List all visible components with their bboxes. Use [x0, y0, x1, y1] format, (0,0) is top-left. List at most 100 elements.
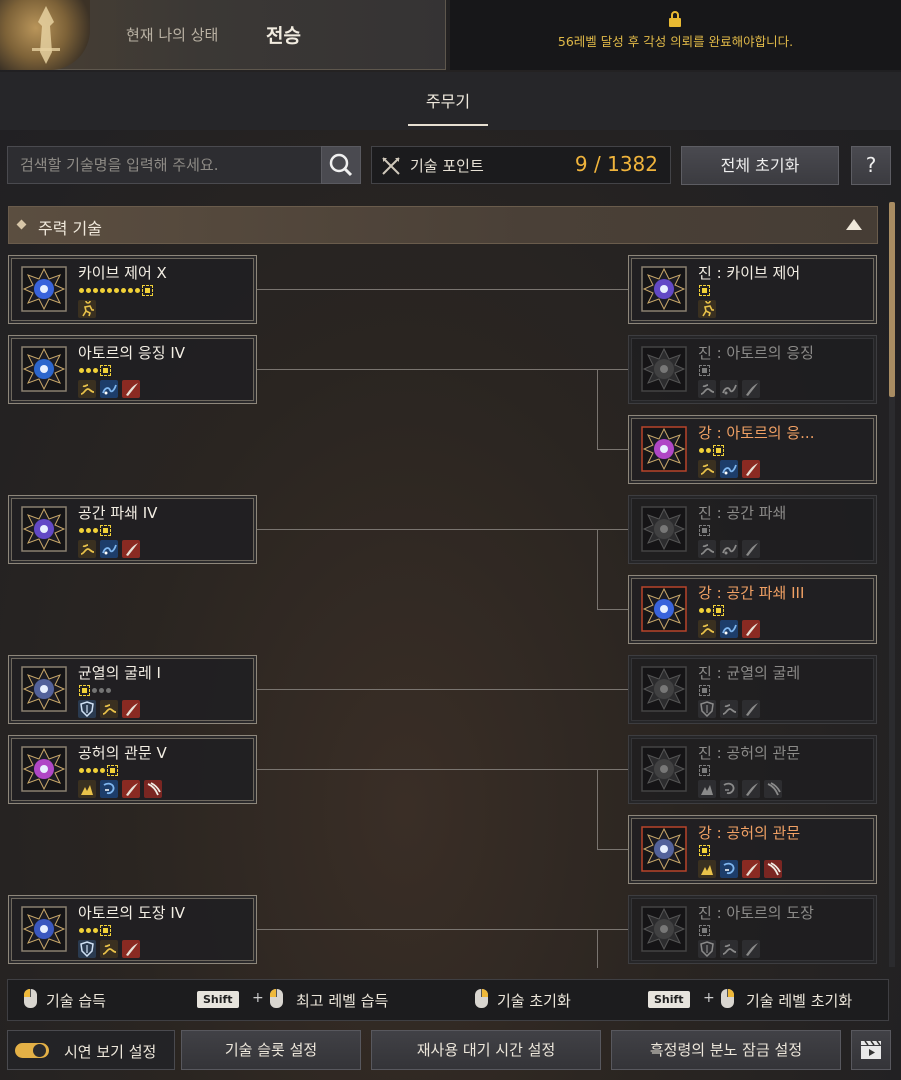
- skill-tags: [698, 380, 760, 398]
- claw-tag-icon: [144, 780, 162, 798]
- slash-tag-icon: [122, 780, 140, 798]
- skill-card[interactable]: 진 : 아토르의 도장: [628, 895, 877, 964]
- skill-icon: [641, 826, 687, 872]
- skill-tags: [78, 300, 96, 318]
- skill-card[interactable]: 진 : 카이브 제어: [628, 255, 877, 324]
- level-dot: [86, 368, 91, 373]
- skill-window: { "header": { "status_label": "현재 나의 상태"…: [0, 0, 901, 1080]
- skill-card[interactable]: 공간 파쇄 IV: [8, 495, 257, 564]
- skill-card[interactable]: 카이브 제어 X: [8, 255, 257, 324]
- level-dot: [93, 368, 98, 373]
- skill-card[interactable]: 아토르의 도장 IV: [8, 895, 257, 964]
- search-button[interactable]: [321, 146, 361, 184]
- kick-tag-icon: [698, 460, 716, 478]
- tab-main-weapon[interactable]: 주무기: [408, 88, 488, 112]
- skill-tags: [78, 940, 140, 958]
- claw-tag-icon: [764, 780, 782, 798]
- skill-slot-setting-button[interactable]: 기술 슬롯 설정: [181, 1030, 361, 1070]
- slash-tag-icon: [122, 540, 140, 558]
- search-box: [7, 146, 321, 184]
- skill-icon: [641, 906, 687, 952]
- skill-name: 공허의 관문 V: [78, 744, 167, 762]
- level-marker: [699, 285, 710, 296]
- level-dot: [699, 448, 704, 453]
- skill-card[interactable]: 강 : 아토르의 응...: [628, 415, 877, 484]
- level-dot: [699, 608, 704, 613]
- tree-connector: [597, 849, 628, 850]
- run-tag-icon: [698, 300, 716, 318]
- skill-level-dots: [699, 285, 710, 296]
- skill-level-dots: [699, 925, 710, 936]
- skill-tags: [698, 780, 782, 798]
- slash-tag-icon: [742, 460, 760, 478]
- level-dot: [706, 608, 711, 613]
- level-dot: [93, 288, 98, 293]
- legend-reset-skill: 기술 초기화: [497, 992, 571, 1010]
- skill-icon: [21, 506, 67, 552]
- search-icon: [329, 153, 353, 177]
- skill-level-dots: [79, 525, 111, 536]
- skill-icon: [641, 426, 687, 472]
- level-dot: [79, 928, 84, 933]
- skill-card[interactable]: 아토르의 응징 IV: [8, 335, 257, 404]
- skill-name: 강 : 공간 파쇄 III: [698, 584, 805, 602]
- kick-tag-icon: [100, 700, 118, 718]
- level-marker: [699, 685, 710, 696]
- skill-card[interactable]: 공허의 관문 V: [8, 735, 257, 804]
- skill-card[interactable]: 진 : 아토르의 응징: [628, 335, 877, 404]
- help-button[interactable]: ?: [851, 146, 891, 185]
- cooldown-setting-button[interactable]: 재사용 대기 시간 설정: [371, 1030, 601, 1070]
- skill-card[interactable]: 강 : 공허의 관문: [628, 815, 877, 884]
- category-header[interactable]: [8, 206, 878, 244]
- tree-connector: [257, 289, 628, 290]
- level-dot-empty: [106, 688, 111, 693]
- tree-connector: [597, 609, 628, 610]
- wave-tag-icon: [720, 620, 738, 638]
- level-marker: [100, 925, 111, 936]
- skill-tags: [698, 940, 760, 958]
- wave-tag-icon: [100, 540, 118, 558]
- shield-tag-icon: [698, 940, 716, 958]
- slash-tag-icon: [742, 860, 760, 878]
- plus-sign: +: [252, 990, 264, 1006]
- wave-tag-icon: [720, 380, 738, 398]
- skill-tags: [698, 300, 716, 318]
- level-marker: [699, 365, 710, 376]
- slash-tag-icon: [742, 380, 760, 398]
- skill-icon: [641, 346, 687, 392]
- mouse-left-click-icon: [24, 989, 37, 1008]
- level-marker: [100, 365, 111, 376]
- level-dot: [79, 528, 84, 533]
- level-dot: [79, 288, 84, 293]
- skill-card[interactable]: 균열의 굴레 I: [8, 655, 257, 724]
- reset-all-button[interactable]: 전체 초기화: [681, 146, 839, 185]
- skill-name: 진 : 공간 파쇄: [698, 504, 787, 522]
- level-dot: [79, 368, 84, 373]
- search-input[interactable]: [8, 147, 321, 183]
- collapse-arrow-icon[interactable]: [846, 219, 862, 230]
- skill-card[interactable]: 진 : 공간 파쇄: [628, 495, 877, 564]
- level-marker: [713, 605, 724, 616]
- slash-tag-icon: [122, 380, 140, 398]
- black-spirit-lock-button[interactable]: 흑정령의 분노 잠금 설정: [611, 1030, 841, 1070]
- shield-tag-icon: [698, 700, 716, 718]
- kick-tag-icon: [698, 380, 716, 398]
- skill-icon: [21, 906, 67, 952]
- level-dot: [706, 448, 711, 453]
- kick-tag-icon: [78, 380, 96, 398]
- level-marker: [79, 685, 90, 696]
- skill-card[interactable]: 진 : 공허의 관문: [628, 735, 877, 804]
- slash-tag-icon: [742, 540, 760, 558]
- skill-level-dots: [699, 685, 710, 696]
- skill-tags: [78, 540, 140, 558]
- skill-name: 진 : 공허의 관문: [698, 744, 801, 762]
- video-button[interactable]: [851, 1030, 891, 1070]
- mouse-right-click-icon: [475, 989, 488, 1008]
- skill-level-dots: [79, 765, 118, 776]
- skill-name: 균열의 굴레 I: [78, 664, 161, 682]
- level-dot: [86, 528, 91, 533]
- tree-connector: [257, 769, 628, 770]
- skill-card[interactable]: 강 : 공간 파쇄 III: [628, 575, 877, 644]
- mouse-left-click-icon: [270, 989, 283, 1008]
- skill-card[interactable]: 진 : 균열의 굴레: [628, 655, 877, 724]
